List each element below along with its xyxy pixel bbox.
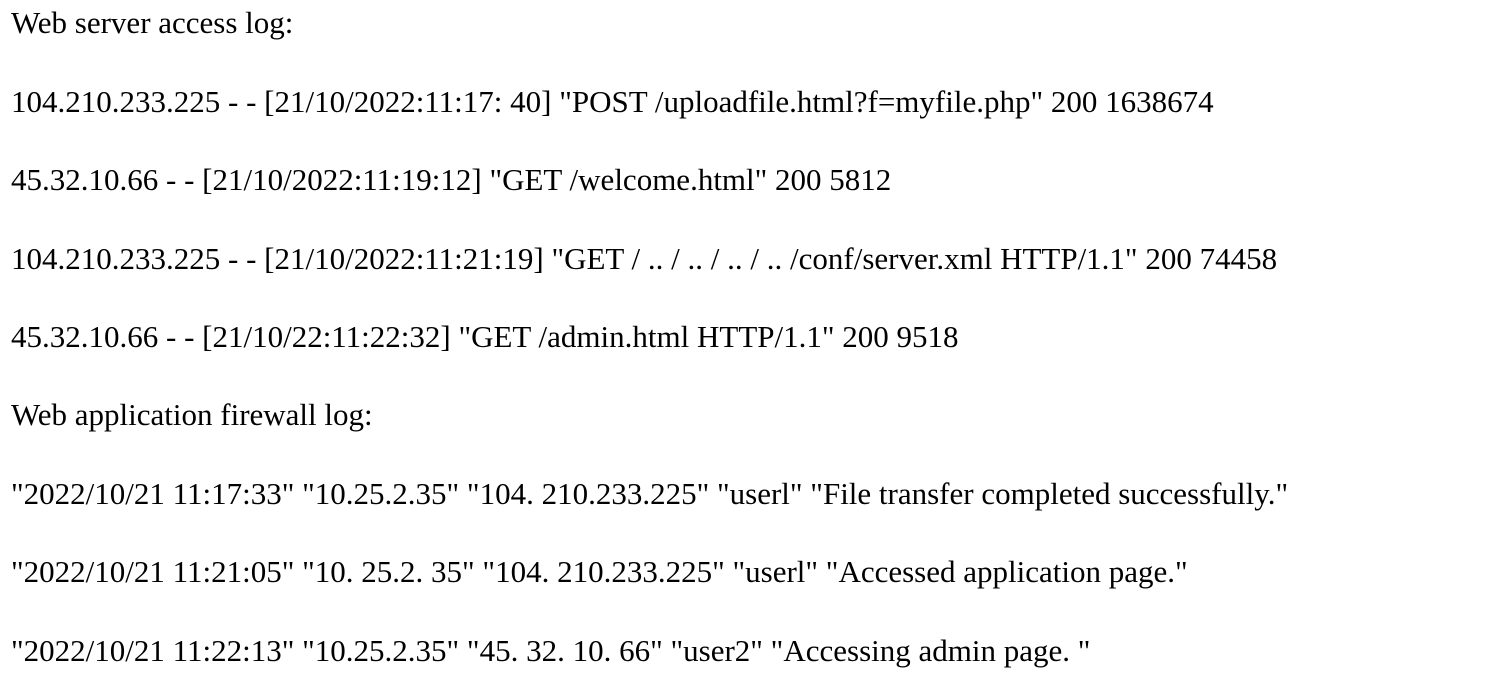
- waf-log-entry: "2022/10/21 11:17:33" "10.25.2.35" "104.…: [11, 476, 1289, 511]
- web-server-log-heading: Web server access log:: [11, 5, 294, 40]
- waf-log-entry: "2022/10/21 11:22:13" "10.25.2.35" "45. …: [11, 633, 1091, 668]
- web-server-log-entry: 104.210.233.225 - - [21/10/2022:11:21:19…: [11, 241, 1278, 276]
- waf-log-entry: "2022/10/21 11:21:05" "10. 25.2. 35" "10…: [11, 554, 1188, 589]
- waf-log-heading: Web application firewall log:: [11, 397, 373, 432]
- log-document: Web server access log: 104.210.233.225 -…: [0, 0, 1498, 696]
- web-server-log-entry: 104.210.233.225 - - [21/10/2022:11:17: 4…: [11, 84, 1214, 119]
- web-server-log-entry: 45.32.10.66 - - [21/10/22:11:22:32] "GET…: [11, 319, 959, 354]
- web-server-log-entry: 45.32.10.66 - - [21/10/2022:11:19:12] "G…: [11, 162, 892, 197]
